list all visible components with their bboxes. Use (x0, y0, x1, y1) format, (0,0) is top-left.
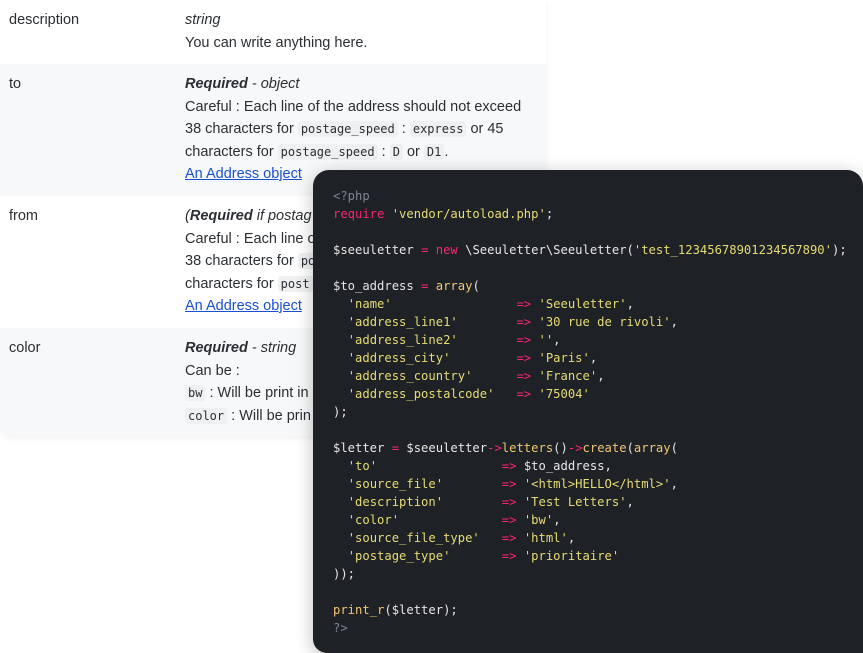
code-block: <?php require 'vendor/autoload.php'; $se… (333, 189, 847, 635)
php-code-sample: <?php require 'vendor/autoload.php'; $se… (313, 170, 863, 653)
inline-code: postage_speed (277, 143, 378, 160)
array-key: 'postage_type' (347, 549, 451, 563)
inline-code: D1 (423, 143, 445, 160)
array-value: '75004' (538, 387, 590, 401)
letter-array: 'to' => $to_address, 'source_file' => '<… (333, 459, 678, 563)
print-argument: ($letter); (384, 603, 458, 617)
code-line: 'description' => 'Test Letters', (347, 495, 634, 509)
type-label: - object (247, 76, 300, 92)
inline-code: express (409, 121, 467, 137)
require-keyword: require (333, 207, 385, 221)
param-name: description (9, 12, 80, 28)
code-line: 'postage_type' => 'prioritaire' (347, 549, 620, 563)
code-line: 'color' => 'bw', (347, 513, 561, 527)
type-label: if postag (252, 208, 312, 224)
php-open-tag: <?php (333, 189, 370, 203)
array-key: 'address_line1' (347, 315, 458, 329)
param-type: string (185, 12, 221, 28)
array-key: 'address_city' (347, 351, 451, 365)
code-line: 'address_city' => 'Paris', (347, 351, 598, 365)
note-text: 38 characters for (185, 253, 298, 269)
param-name: color (9, 340, 41, 356)
array-value: 'France' (538, 369, 598, 383)
param-note: Careful : Each line of the address shoul… (185, 96, 534, 164)
code-line: 'name' => 'Seeuletter', (347, 297, 634, 311)
param-type: Required - object (185, 73, 534, 96)
inline-code: bw (185, 385, 206, 401)
array-value: 'bw' (523, 513, 554, 527)
option-text: : Will be prin (227, 407, 311, 424)
api-key-string: 'test_12345678901234567890' (633, 243, 832, 257)
inline-code: color (185, 407, 228, 424)
code-line: 'to' => $to_address, (347, 459, 612, 473)
require-path: 'vendor/autoload.php' (391, 207, 546, 221)
inline-code: D (389, 143, 403, 160)
param-row-description: description string You can write anythin… (0, 0, 546, 64)
note-text: . (444, 143, 449, 160)
required-label: Required (185, 76, 248, 92)
array-key: 'source_file_type' (347, 531, 480, 545)
required-label: Required (189, 208, 253, 224)
array-key: 'source_file' (347, 477, 444, 491)
param-description: string You can write anything here. (185, 9, 534, 54)
array-key: 'address_country' (347, 369, 473, 383)
param-description: Required - object Careful : Each line of… (185, 73, 534, 186)
array-value: 'Test Letters' (523, 495, 627, 509)
array-value: '30 rue de rivoli' (538, 315, 671, 329)
param-name: to (9, 76, 22, 92)
code-line: 'address_postalcode' => '75004' (347, 387, 590, 401)
array-key: 'address_postalcode' (347, 387, 495, 401)
note-text: : (377, 143, 390, 160)
code-line: 'address_country' => 'France', (347, 369, 605, 383)
array-key: 'color' (347, 513, 400, 527)
array-key: 'to' (347, 459, 378, 473)
required-label: Required (185, 340, 248, 356)
note-text: : (397, 121, 410, 137)
inline-code: post (277, 275, 313, 292)
type-label: - string (247, 340, 297, 356)
code-line: 'address_line1' => '30 rue de rivoli', (347, 315, 678, 329)
param-name: from (9, 208, 38, 224)
array-value: '' (538, 333, 554, 347)
inline-code: postage_speed (297, 121, 398, 137)
note-text: characters for (185, 275, 278, 292)
array-value: 'prioritaire' (523, 549, 620, 563)
array-value: 'Seeuletter' (538, 297, 627, 311)
address-array: 'name' => 'Seeuletter', 'address_line1' … (333, 297, 678, 401)
array-key: 'name' (347, 297, 392, 311)
array-value: $to_address (523, 459, 605, 473)
code-line: 'source_file' => '<html>HELLO</html>', (347, 477, 678, 491)
address-object-link[interactable]: An Address object (185, 298, 302, 314)
code-line: 'source_file_type' => 'html', (347, 531, 576, 545)
array-key: 'description' (347, 495, 444, 509)
print-function: print_r (333, 603, 385, 617)
address-object-link[interactable]: An Address object (185, 166, 302, 182)
array-value: 'Paris' (538, 351, 590, 365)
php-close-tag: ?> (333, 621, 348, 635)
option-text: : Will be print in (205, 385, 309, 401)
note-text: or (402, 143, 424, 160)
param-text: You can write anything here. (185, 34, 368, 51)
array-value: '<html>HELLO</html>' (523, 477, 671, 491)
array-key: 'address_line2' (347, 333, 458, 347)
code-line: 'address_line2' => '', (347, 333, 561, 347)
array-value: 'html' (523, 531, 568, 545)
